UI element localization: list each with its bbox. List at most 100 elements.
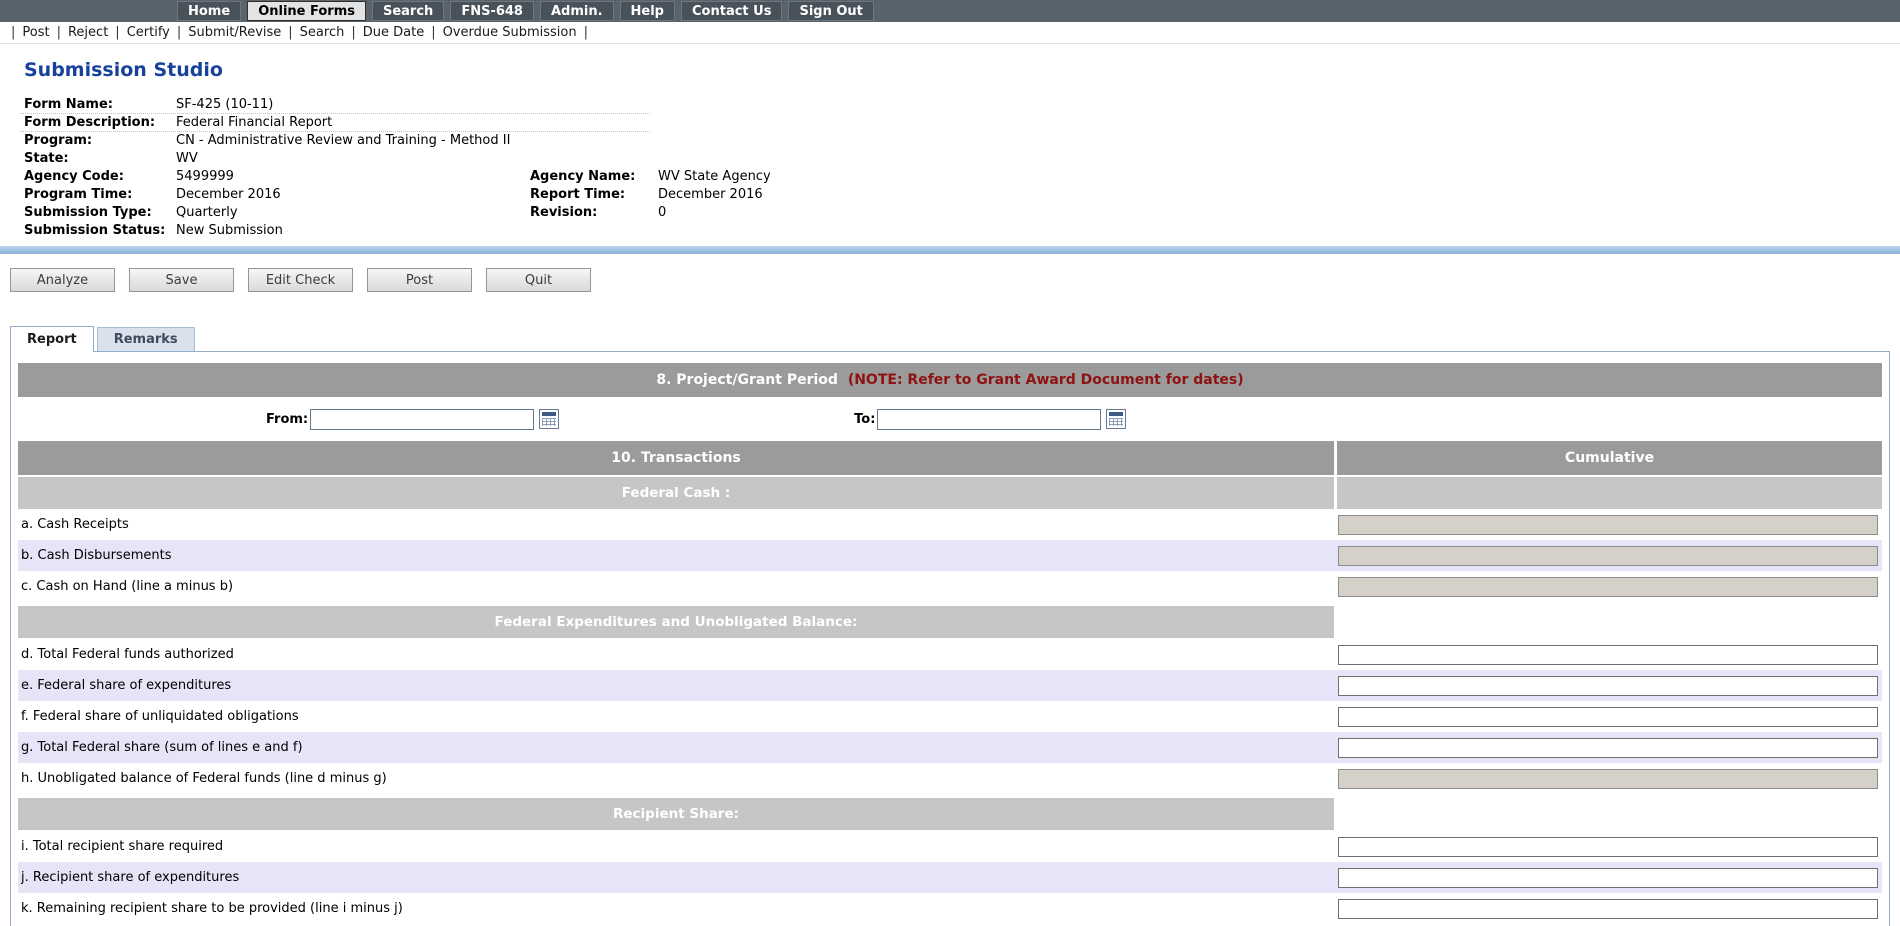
from-label: From:: [266, 412, 308, 427]
detail-row-program: Program: CN - Administrative Review and …: [24, 132, 1584, 150]
detail-label: Report Time:: [530, 186, 658, 204]
row-cash-on-hand: c. Cash on Hand (line a minus b): [18, 571, 1882, 602]
cash-on-hand-input: [1338, 577, 1878, 597]
detail-row-form-description: Form Description: Federal Financial Repo…: [24, 114, 1584, 132]
menu-item-post[interactable]: Post: [22, 25, 49, 40]
row-label: b. Cash Disbursements: [18, 548, 1334, 563]
nav-item-search[interactable]: Search: [372, 1, 444, 21]
section-federal-expenditures: Federal Expenditures and Unobligated Bal…: [18, 606, 1882, 638]
menu-item-search[interactable]: Search: [300, 25, 345, 40]
tab-report[interactable]: Report: [10, 326, 94, 352]
row-label: f. Federal share of unliquidated obligat…: [18, 709, 1334, 724]
row-total-federal-share: g. Total Federal share (sum of lines e a…: [18, 732, 1882, 763]
detail-label: Submission Type:: [24, 204, 176, 222]
detail-label: Program:: [24, 132, 176, 150]
row-label: k. Remaining recipient share to be provi…: [18, 901, 1334, 916]
detail-value: CN - Administrative Review and Training …: [176, 132, 1584, 150]
row-label: h. Unobligated balance of Federal funds …: [18, 771, 1334, 786]
edit-check-button[interactable]: Edit Check: [248, 268, 353, 292]
row-label: i. Total recipient share required: [18, 839, 1334, 854]
section-title: Recipient Share:: [18, 798, 1334, 830]
row-label: g. Total Federal share (sum of lines e a…: [18, 740, 1334, 755]
row-federal-share-unliquidated: f. Federal share of unliquidated obligat…: [18, 701, 1882, 732]
toolbar: Analyze Save Edit Check Post Quit: [10, 268, 1900, 292]
to-date-input[interactable]: [877, 409, 1101, 430]
total-federal-share-input[interactable]: [1338, 738, 1878, 758]
recipient-share-expenditures-input[interactable]: [1338, 868, 1878, 888]
cash-disbursements-input: [1338, 546, 1878, 566]
row-cash-disbursements: b. Cash Disbursements: [18, 540, 1882, 571]
row-label: j. Recipient share of expenditures: [18, 870, 1334, 885]
detail-row-agency: Agency Code: 5499999 Agency Name: WV Sta…: [24, 168, 1584, 186]
nav-item-online-forms[interactable]: Online Forms: [247, 1, 366, 21]
detail-value: New Submission: [176, 222, 1584, 240]
detail-value: 5499999: [176, 168, 530, 186]
unobligated-balance-input: [1338, 769, 1878, 789]
menu-separator: |: [584, 25, 588, 40]
detail-label: Revision:: [530, 204, 658, 222]
period-header-note: (NOTE: Refer to Grant Award Document for…: [848, 372, 1244, 388]
form-details: Form Name: SF-425 (10-11) Form Descripti…: [24, 96, 1584, 240]
federal-share-expenditures-input[interactable]: [1338, 676, 1878, 696]
analyze-button[interactable]: Analyze: [10, 268, 115, 292]
detail-row-submission-status: Submission Status: New Submission: [24, 222, 1584, 240]
nav-item-help[interactable]: Help: [620, 1, 675, 21]
row-cash-receipts: a. Cash Receipts: [18, 509, 1882, 540]
section-recipient-share: Recipient Share:: [18, 798, 1882, 830]
menu-item-submit-revise[interactable]: Submit/Revise: [188, 25, 281, 40]
from-calendar-icon[interactable]: [539, 409, 559, 429]
detail-row-times: Program Time: December 2016 Report Time:…: [24, 186, 1584, 204]
detail-value: Federal Financial Report: [176, 114, 1584, 132]
detail-value: WV: [176, 150, 1584, 168]
menu-item-reject[interactable]: Reject: [68, 25, 108, 40]
nav-item-contact-us[interactable]: Contact Us: [681, 1, 782, 21]
menu-item-overdue-submission[interactable]: Overdue Submission: [443, 25, 577, 40]
transactions-header-row: 10. Transactions Cumulative: [18, 441, 1882, 475]
detail-label: State:: [24, 150, 176, 168]
detail-row-form-name: Form Name: SF-425 (10-11): [24, 96, 1584, 114]
nav-item-home[interactable]: Home: [177, 1, 241, 21]
to-calendar-icon[interactable]: [1106, 409, 1126, 429]
row-total-recipient-share: i. Total recipient share required: [18, 831, 1882, 862]
post-button[interactable]: Post: [367, 268, 472, 292]
blue-divider: [0, 246, 1900, 254]
row-unobligated-balance: h. Unobligated balance of Federal funds …: [18, 763, 1882, 794]
row-label: d. Total Federal funds authorized: [18, 647, 1334, 662]
tab-remarks[interactable]: Remarks: [97, 327, 195, 351]
submission-studio-page: { "nav": { "items": [ { "label": "Home" …: [0, 0, 1900, 926]
remaining-recipient-share-input[interactable]: [1338, 899, 1878, 919]
top-nav: Home Online Forms Search FNS-648 Admin. …: [0, 0, 1900, 22]
quit-button[interactable]: Quit: [486, 268, 591, 292]
detail-row-state: State: WV: [24, 150, 1584, 168]
period-date-row: From: To:: [18, 397, 1882, 441]
total-recipient-share-input[interactable]: [1338, 837, 1878, 857]
detail-label: Form Name:: [24, 96, 176, 114]
detail-label: Agency Name:: [530, 168, 658, 186]
tab-bar: Report Remarks: [10, 326, 1900, 351]
detail-label: Program Time:: [24, 186, 176, 204]
row-remaining-recipient-share: k. Remaining recipient share to be provi…: [18, 893, 1882, 924]
menu-separator: |: [11, 25, 15, 40]
menu-separator: |: [351, 25, 355, 40]
menu-separator: |: [288, 25, 292, 40]
row-recipient-share-expenditures: j. Recipient share of expenditures: [18, 862, 1882, 893]
menu-separator: |: [57, 25, 61, 40]
nav-item-sign-out[interactable]: Sign Out: [788, 1, 873, 21]
menu-item-due-date[interactable]: Due Date: [363, 25, 424, 40]
section-cumulative-cell: [1337, 477, 1882, 509]
nav-item-admin[interactable]: Admin.: [540, 1, 614, 21]
report-panel: 8. Project/Grant Period (NOTE: Refer to …: [10, 351, 1890, 926]
menu-item-certify[interactable]: Certify: [127, 25, 170, 40]
save-button[interactable]: Save: [129, 268, 234, 292]
section-title: Federal Cash :: [18, 477, 1334, 509]
detail-label: Form Description:: [24, 114, 176, 132]
detail-row-submission-type: Submission Type: Quarterly Revision: 0: [24, 204, 1584, 222]
total-federal-funds-input[interactable]: [1338, 645, 1878, 665]
menu-separator: |: [431, 25, 435, 40]
from-date-input[interactable]: [310, 409, 534, 430]
action-menubar: | Post | Reject | Certify | Submit/Revis…: [0, 22, 1900, 44]
row-label: c. Cash on Hand (line a minus b): [18, 579, 1334, 594]
section-title: Federal Expenditures and Unobligated Bal…: [18, 606, 1334, 638]
federal-share-unliquidated-input[interactable]: [1338, 707, 1878, 727]
nav-item-fns-648[interactable]: FNS-648: [450, 1, 534, 21]
